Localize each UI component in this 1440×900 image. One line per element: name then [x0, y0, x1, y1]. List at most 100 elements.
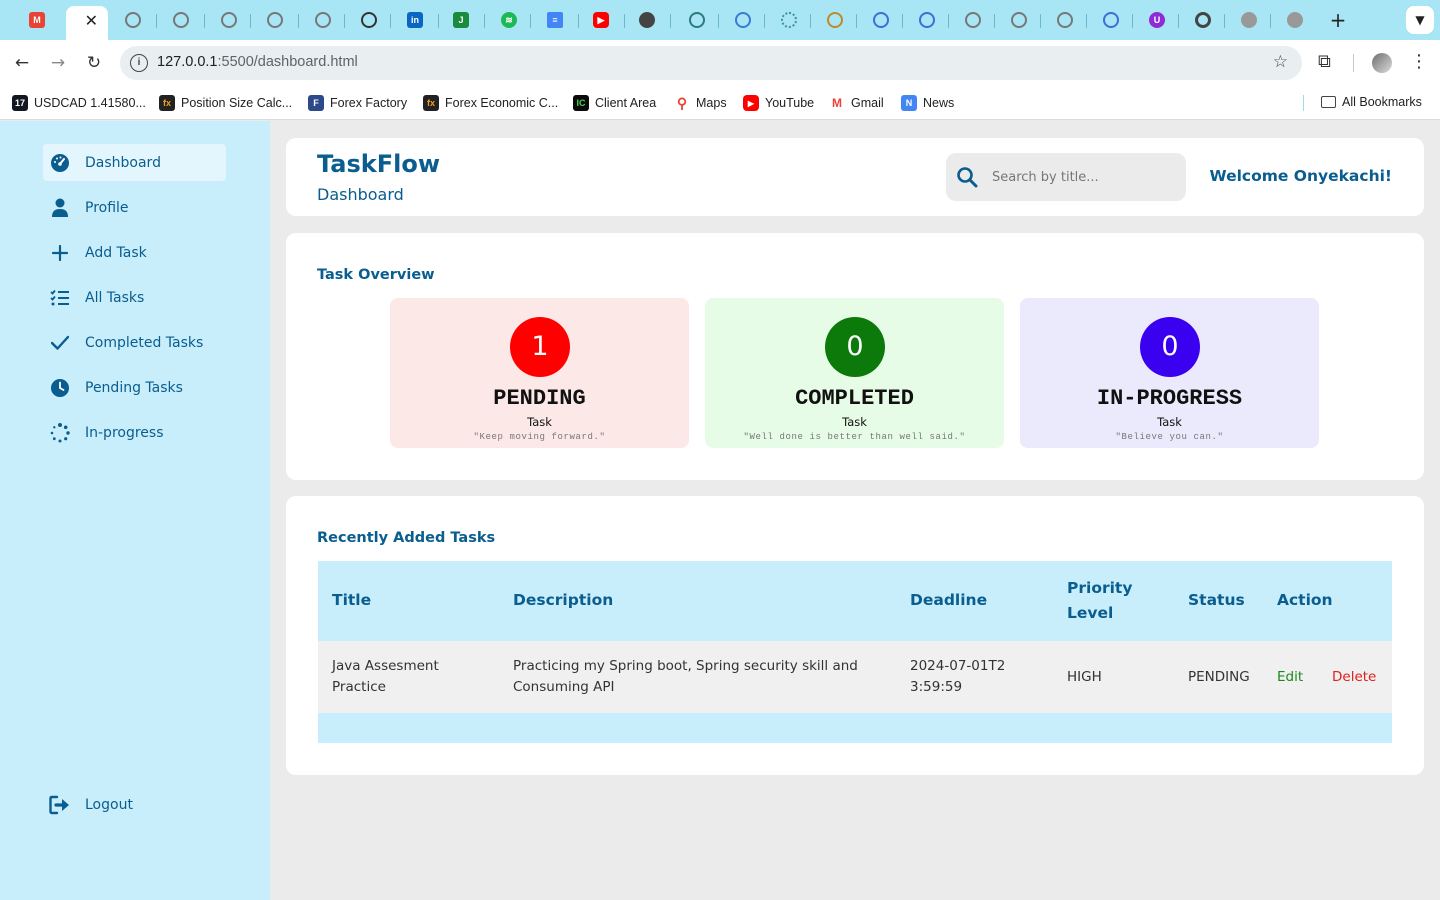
- bookmark-item[interactable]: N News: [901, 95, 954, 111]
- edit-link[interactable]: Edit: [1277, 667, 1303, 688]
- tab-chatgpt[interactable]: [206, 6, 252, 34]
- sidebar-item-completed-tasks[interactable]: Completed Tasks: [43, 324, 226, 361]
- stat-name: IN-PROGRESS: [1096, 386, 1243, 411]
- profile-avatar[interactable]: [1372, 53, 1392, 73]
- tab-chatgpt[interactable]: [346, 6, 392, 34]
- table-footer: [318, 713, 1392, 743]
- address-bar[interactable]: i 127.0.0.1:5500/dashboard.html ☆: [120, 46, 1302, 80]
- tasks-table: Title Description Deadline Priority Leve…: [318, 561, 1392, 743]
- site-info-icon[interactable]: i: [130, 54, 148, 72]
- tab-chatgpt[interactable]: [252, 6, 298, 34]
- tab-search-button[interactable]: ▼: [1406, 6, 1434, 34]
- sidebar-item-pending-tasks[interactable]: Pending Tasks: [43, 369, 226, 406]
- task-deadline: 2024-07-01T23:59:59: [910, 658, 1006, 695]
- back-icon[interactable]: ←: [10, 51, 34, 75]
- client-area-icon: IC: [573, 95, 589, 111]
- stat-sub: Task: [842, 415, 867, 429]
- tab-site[interactable]: [812, 6, 858, 34]
- delete-link[interactable]: Delete: [1332, 667, 1376, 688]
- sidebar-item-label: Completed Tasks: [85, 334, 204, 351]
- tab-hashnode[interactable]: [674, 6, 720, 34]
- task-description: Practicing my Spring boot, Spring securi…: [513, 658, 858, 695]
- tab-chatgpt[interactable]: [158, 6, 204, 34]
- tool-icon: [735, 12, 751, 28]
- bookmark-item[interactable]: fx Forex Economic C...: [423, 95, 558, 111]
- tab-tool[interactable]: [720, 6, 766, 34]
- sidebar-item-add-task[interactable]: Add Task: [43, 234, 226, 271]
- count-badge: 1: [510, 317, 570, 377]
- all-bookmarks-button[interactable]: All Bookmarks: [1321, 95, 1422, 109]
- tab-github[interactable]: [624, 6, 670, 34]
- bookmark-item[interactable]: fx Position Size Calc...: [159, 95, 292, 111]
- sidebar-item-dashboard[interactable]: Dashboard: [43, 144, 226, 181]
- sidebar-item-in-progress[interactable]: In-progress: [43, 414, 226, 451]
- fx-icon: fx: [159, 95, 175, 111]
- page-title: Dashboard: [317, 185, 404, 204]
- tab-chatgpt[interactable]: [996, 6, 1042, 34]
- tab-site[interactable]: [1042, 6, 1088, 34]
- browser-toolbar: ← → ↻ i 127.0.0.1:5500/dashboard.html ☆: [0, 40, 1440, 86]
- search-input[interactable]: [992, 169, 1172, 185]
- bookmark-item[interactable]: IC Client Area: [573, 95, 656, 111]
- openai-icon: [361, 12, 377, 28]
- search-box: [946, 153, 1186, 201]
- sidebar-item-profile[interactable]: Profile: [43, 189, 226, 226]
- menu-icon[interactable]: ⋮: [1410, 51, 1428, 72]
- column-header: Deadline: [910, 591, 988, 609]
- tab-spotify[interactable]: ≋: [486, 6, 532, 34]
- logout-button[interactable]: Logout: [43, 786, 226, 823]
- task-overview-card: Task Overview 1 PENDING Task "Keep movin…: [286, 233, 1424, 480]
- tab-site[interactable]: [1272, 6, 1318, 34]
- plus-icon: [49, 242, 71, 264]
- gmail-icon: M: [29, 12, 45, 28]
- section-title: Task Overview: [317, 267, 435, 283]
- section-title: Recently Added Tasks: [317, 530, 496, 546]
- tab-loader[interactable]: [766, 6, 812, 34]
- tab-site[interactable]: U: [1134, 6, 1180, 34]
- tab-chatgpt[interactable]: [950, 6, 996, 34]
- stat-sub: Task: [1157, 415, 1182, 429]
- logout-label: Logout: [85, 796, 133, 813]
- url-text: 127.0.0.1:5500/dashboard.html: [157, 54, 358, 70]
- tab-chrome[interactable]: [1180, 6, 1226, 34]
- bookmark-item[interactable]: 17 USDCAD 1.41580...: [12, 95, 146, 111]
- tab-site[interactable]: [1088, 6, 1134, 34]
- tab-linkedin[interactable]: in: [392, 6, 438, 34]
- column-header: Action: [1277, 591, 1333, 609]
- column-header: Title: [332, 591, 372, 609]
- bookmark-item[interactable]: ▶ YouTube: [743, 95, 814, 111]
- tab-active[interactable]: ✕: [66, 6, 108, 40]
- bookmark-star-icon[interactable]: ☆: [1273, 52, 1288, 72]
- column-header: Description: [513, 591, 614, 609]
- table-row: Java Assesment Practice Practicing my Sp…: [318, 641, 1392, 713]
- tab-chatgpt[interactable]: [300, 6, 346, 34]
- close-icon[interactable]: ✕: [85, 11, 98, 30]
- tab-gmail[interactable]: M: [14, 6, 60, 34]
- reload-icon[interactable]: ↻: [82, 51, 106, 75]
- stat-quote: "Believe you can.": [1115, 432, 1224, 442]
- tab-site[interactable]: [904, 6, 950, 34]
- tab-docs[interactable]: ≡: [532, 6, 578, 34]
- sidebar-item-all-tasks[interactable]: All Tasks: [43, 279, 226, 316]
- bookmark-item[interactable]: ⚲ Maps: [674, 95, 727, 111]
- extensions-icon[interactable]: ⧉: [1318, 51, 1331, 72]
- forward-icon[interactable]: →: [46, 51, 70, 75]
- stat-card-in-progress[interactable]: 0 IN-PROGRESS Task "Believe you can.": [1020, 298, 1319, 448]
- gmail-icon: M: [832, 96, 842, 110]
- stat-card-completed[interactable]: 0 COMPLETED Task "Well done is better th…: [705, 298, 1004, 448]
- jiji-icon: J: [453, 12, 469, 28]
- site-icon: U: [1149, 12, 1165, 28]
- tab-jiji[interactable]: J: [438, 6, 484, 34]
- bookmark-item[interactable]: M Gmail: [829, 95, 884, 111]
- tab-site[interactable]: [1226, 6, 1272, 34]
- search-icon: [956, 166, 978, 188]
- brand-title: TaskFlow: [317, 150, 440, 178]
- tab-youtube[interactable]: ▶: [578, 6, 624, 34]
- tab-facebook[interactable]: [858, 6, 904, 34]
- new-tab-button[interactable]: +: [1326, 8, 1350, 32]
- loader-icon: [781, 12, 797, 28]
- stat-card-pending[interactable]: 1 PENDING Task "Keep moving forward.": [390, 298, 689, 448]
- task-priority: HIGH: [1067, 669, 1102, 685]
- bookmark-item[interactable]: F Forex Factory: [308, 95, 407, 111]
- tab-chatgpt[interactable]: [110, 6, 156, 34]
